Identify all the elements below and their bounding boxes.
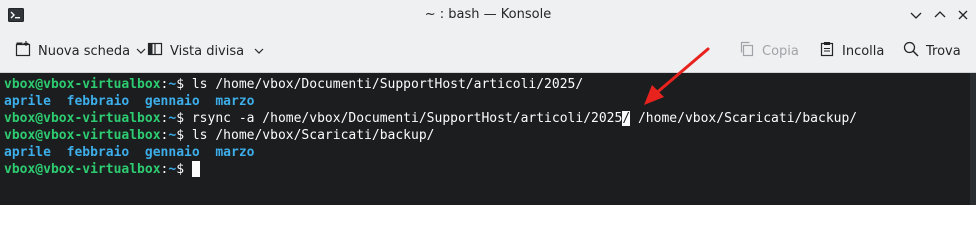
terminal-line-command: vbox@vbox-virtualbox:~$ rsync -a /home/v… bbox=[4, 111, 858, 126]
terminal-line-command: vbox@vbox-virtualbox:~$ ls /home/vbox/Do… bbox=[4, 77, 584, 92]
directory-item: gennaio bbox=[144, 94, 200, 109]
prompt-user: vbox@vbox-virtualbox bbox=[4, 128, 161, 143]
window-title: ~ : bash — Konsole bbox=[424, 7, 552, 22]
prompt-symbol: $ bbox=[176, 111, 185, 126]
selected-character[interactable]: / bbox=[622, 111, 631, 126]
copy-button[interactable]: Copia bbox=[738, 39, 799, 63]
prompt-user: vbox@vbox-virtualbox bbox=[4, 111, 161, 126]
copy-icon bbox=[738, 40, 756, 62]
terminal-area[interactable]: vbox@vbox-virtualbox:~$ ls /home/vbox/Do… bbox=[0, 73, 976, 205]
paste-icon bbox=[818, 40, 836, 62]
split-view-label: Vista divisa bbox=[170, 43, 245, 59]
new-tab-icon bbox=[14, 40, 32, 62]
directory-item: aprile bbox=[4, 145, 51, 160]
terminal-line-output: aprile febbraio gennaio marzo bbox=[4, 93, 255, 110]
command-text: rsync -a /home/vbox/Documenti/SupportHos… bbox=[191, 111, 623, 126]
split-view-icon bbox=[146, 40, 164, 62]
directory-item: febbraio bbox=[66, 94, 130, 109]
minimize-icon[interactable] bbox=[908, 7, 924, 23]
chevron-down-icon bbox=[254, 44, 264, 59]
split-view-button[interactable]: Vista divisa bbox=[146, 39, 264, 63]
directory-item: gennaio bbox=[144, 145, 200, 160]
chevron-down-icon bbox=[136, 44, 146, 59]
prompt-symbol: $ bbox=[176, 77, 185, 92]
text-cursor bbox=[191, 161, 200, 177]
find-label: Trova bbox=[926, 43, 961, 59]
close-icon[interactable] bbox=[955, 7, 971, 23]
title-bar: ~ : bash — Konsole bbox=[0, 0, 976, 30]
scrollbar[interactable] bbox=[970, 73, 976, 205]
directory-item: marzo bbox=[215, 94, 255, 109]
directory-item: aprile bbox=[4, 94, 51, 109]
terminal-line-output: aprile febbraio gennaio marzo bbox=[4, 144, 255, 161]
terminal-line-prompt: vbox@vbox-virtualbox:~$ bbox=[4, 161, 200, 178]
command-text: ls /home/vbox/Documenti/SupportHost/arti… bbox=[191, 77, 584, 92]
prompt-symbol: $ bbox=[176, 128, 185, 143]
command-text: ls /home/vbox/Scaricati/backup/ bbox=[191, 128, 435, 143]
find-button[interactable]: Trova bbox=[902, 39, 961, 63]
terminal-line-command: vbox@vbox-virtualbox:~$ ls /home/vbox/Sc… bbox=[4, 128, 435, 143]
prompt-symbol: $ bbox=[176, 162, 185, 177]
directory-item: febbraio bbox=[66, 145, 130, 160]
prompt-user: vbox@vbox-virtualbox bbox=[4, 77, 161, 92]
command-text: /home/vbox/Scaricati/backup/ bbox=[630, 111, 858, 126]
maximize-icon[interactable] bbox=[932, 7, 948, 23]
directory-item: marzo bbox=[215, 145, 255, 160]
paste-button[interactable]: Incolla bbox=[818, 39, 884, 63]
konsole-window: ~ : bash — Konsole Nuova scheda Vista di… bbox=[0, 0, 976, 205]
prompt-user: vbox@vbox-virtualbox bbox=[4, 162, 161, 177]
new-tab-button[interactable]: Nuova scheda bbox=[14, 39, 146, 63]
toolbar: Nuova scheda Vista divisa Copia Incolla … bbox=[0, 30, 976, 73]
paste-label: Incolla bbox=[842, 43, 885, 59]
new-tab-label: Nuova scheda bbox=[38, 43, 131, 59]
search-icon bbox=[902, 40, 920, 62]
copy-label: Copia bbox=[762, 43, 799, 59]
